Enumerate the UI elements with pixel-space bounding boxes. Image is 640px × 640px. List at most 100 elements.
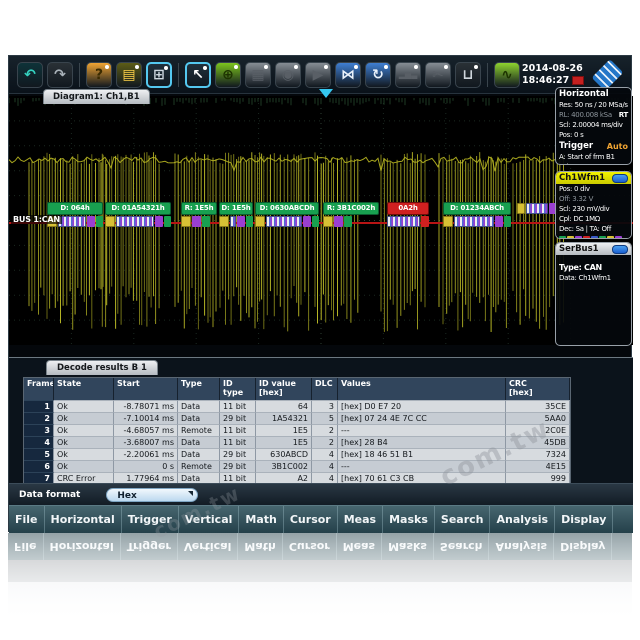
table-cell: -7.10014 ms: [114, 412, 178, 424]
help-icon[interactable]: ?: [86, 62, 112, 88]
redo-icon[interactable]: ↷: [47, 62, 73, 88]
thumb-block: [583, 236, 590, 239]
thumb-block: [559, 236, 566, 239]
can-frame-data[interactable]: D: 01A54321h: [105, 202, 171, 227]
table-cell: 6: [24, 460, 54, 472]
column-header[interactable]: Frame: [24, 378, 54, 400]
column-header[interactable]: DLC: [312, 378, 338, 400]
reflection: FileHorizontalTriggerVerticalMathCursorM…: [8, 533, 632, 637]
table-cell: 11 bit: [220, 400, 256, 412]
menu-masks[interactable]: Masks: [383, 506, 435, 533]
menu-analysis[interactable]: Analysis: [490, 506, 555, 533]
table-cell: Ok: [54, 400, 114, 412]
table-row[interactable]: 2Ok-7.10014 msData29 bit1A543215[hex] 07…: [24, 412, 570, 424]
badge-dot-icon: [444, 65, 448, 69]
column-header[interactable]: CRC [hex]: [506, 378, 570, 400]
table-cell: Ok: [54, 448, 114, 460]
table-cell: 5: [312, 412, 338, 424]
can-frame-data[interactable]: D: 0630ABCDh: [255, 202, 319, 227]
table-cell: 2: [312, 436, 338, 448]
column-header[interactable]: Type: [178, 378, 220, 400]
frame-field-g: [246, 216, 253, 227]
menu-horizontal[interactable]: Horizontal: [45, 506, 122, 533]
can-frame-data[interactable]: D: 1E5h: [219, 202, 253, 227]
can-frame-data[interactable]: D: 01234ABCh: [443, 202, 511, 227]
waveform-display[interactable]: BUS 1:CAN D: 064hD: 01A54321hR: 1E5hD: 1…: [9, 96, 633, 345]
channel1-info-panel[interactable]: Ch1Wfm1 Pos: 0 div Off: 3.32 V Scl: 230 …: [555, 171, 632, 239]
can-frame-partial[interactable]: [517, 202, 557, 214]
table-cell: 630ABCD: [256, 448, 312, 460]
table-cell: 4: [312, 448, 338, 460]
grid-settings-icon[interactable]: ⊞: [146, 62, 172, 88]
horizontal-rl: RTRL: 400.008 kSa: [556, 110, 631, 120]
measure-icon[interactable]: ⋈: [335, 62, 361, 88]
horizontal-info-panel[interactable]: Horizontal Res: 50 ns / 20 MSa/s RTRL: 4…: [555, 87, 632, 165]
data-format-dropdown[interactable]: Hex: [106, 488, 198, 502]
table-row[interactable]: 4Ok-3.68007 msData11 bit1E52[hex] 28 B44…: [24, 436, 570, 448]
table-cell: 5: [24, 448, 54, 460]
data-format-bar: Data format Hex: [9, 483, 633, 505]
annotate-icon[interactable]: ▶: [305, 62, 331, 88]
can-frame-error[interactable]: 0A2h: [387, 202, 429, 227]
frame-field-s: [116, 216, 154, 227]
zoom-icon[interactable]: ⊕: [215, 62, 241, 88]
badge-dot-icon: [474, 65, 478, 69]
table-row[interactable]: 6Ok0 sRemote29 bit3B1C0024---4E15: [24, 460, 570, 472]
menu-file[interactable]: File: [9, 506, 45, 533]
column-header[interactable]: Values: [338, 378, 506, 400]
frame-label: D: 064h: [47, 202, 103, 215]
trigger-position-icon[interactable]: [319, 89, 333, 98]
table-row[interactable]: 3Ok-4.68057 msRemote11 bit1E52---2C0E: [24, 424, 570, 436]
table-cell: 11 bit: [220, 436, 256, 448]
serbus-data: Data: Ch1Wfm1: [556, 273, 631, 283]
serialbus-info-panel[interactable]: SerBus1 Type: CAN Data: Ch1Wfm1: [555, 242, 632, 346]
frame-field-s: [266, 216, 302, 227]
menu-meas[interactable]: Meas: [338, 506, 383, 533]
column-header[interactable]: ID value [hex]: [256, 378, 312, 400]
histogram-icon[interactable]: ▂▅▃: [395, 62, 421, 88]
menu-cursor[interactable]: Cursor: [284, 506, 338, 533]
menu-math[interactable]: Math: [239, 506, 283, 533]
frame-field-s: [230, 216, 236, 227]
table-row[interactable]: 1Ok-8.78071 msData11 bit643[hex] D0 E7 2…: [24, 400, 570, 412]
table-cell: 2C0E: [506, 424, 570, 436]
layout-icon[interactable]: ▦: [245, 62, 271, 88]
horizontal-scl: Scl: 2.00004 ms/div: [556, 120, 631, 130]
can-frame-remote[interactable]: R: 1E5h: [181, 202, 217, 227]
frame-label: 0A2h: [387, 202, 429, 215]
ch1-scl: Scl: 230 mV/div: [556, 204, 631, 214]
quick-meas-icon[interactable]: ↻: [365, 62, 391, 88]
protocol-icon[interactable]: ∿: [494, 62, 520, 88]
column-header[interactable]: Start: [114, 378, 178, 400]
badge-dot-icon: [234, 65, 238, 69]
open-file-icon[interactable]: ▤: [116, 62, 142, 88]
menu-display[interactable]: Display: [555, 506, 613, 533]
toolbar-separator: [79, 63, 80, 87]
table-row[interactable]: 5Ok-2.20061 msData29 bit630ABCD4[hex] 18…: [24, 448, 570, 460]
frame-field-p: [237, 216, 245, 227]
column-header[interactable]: ID type: [220, 378, 256, 400]
delete-icon[interactable]: ⊔: [455, 62, 481, 88]
can-frame-remote[interactable]: R: 3B1C002h: [323, 202, 379, 227]
badge-dot-icon: [105, 65, 109, 69]
table-cell: 5AA0: [506, 412, 570, 424]
table-cell: Remote: [178, 424, 220, 436]
cursor-icon[interactable]: ↖: [185, 62, 211, 88]
minimize-icon[interactable]: [612, 174, 628, 183]
undo-icon[interactable]: ↶: [17, 62, 43, 88]
column-header[interactable]: State: [54, 378, 114, 400]
table-cell: Ok: [54, 460, 114, 472]
menu-vertical[interactable]: Vertical: [179, 506, 240, 533]
badge-dot-icon: [264, 65, 268, 69]
menu-trigger[interactable]: Trigger: [122, 506, 179, 533]
frame-field-y: [105, 216, 115, 227]
diagram-tab[interactable]: Diagram1: Ch1,B1: [43, 89, 150, 104]
decode-results-tab[interactable]: Decode results B 1: [46, 360, 158, 375]
intensity-icon[interactable]: ◉: [275, 62, 301, 88]
table-cell: ---: [338, 424, 506, 436]
cut-icon[interactable]: ✂: [425, 62, 451, 88]
minimize-icon[interactable]: [612, 245, 628, 254]
trigger-source: A: Start of frm B1: [556, 152, 631, 162]
menu-search[interactable]: Search: [435, 506, 491, 533]
badge-dot-icon: [135, 65, 139, 69]
